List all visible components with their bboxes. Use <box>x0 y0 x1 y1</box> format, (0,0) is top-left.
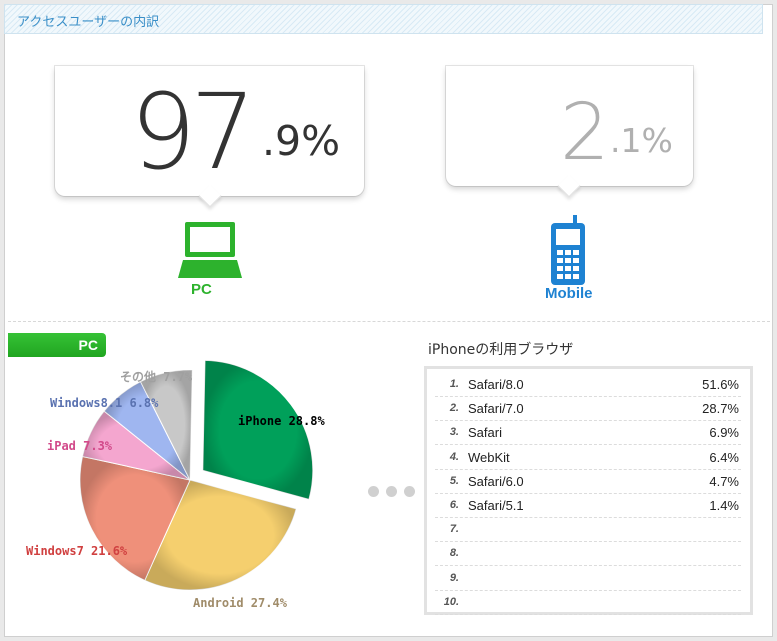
browser-name: Safari <box>468 425 502 441</box>
browser-rank: 6. <box>449 499 459 511</box>
section-header: アクセスユーザーの内訳 <box>4 4 763 34</box>
browser-percent: 1.4% <box>709 498 739 513</box>
pie-slice-shade <box>202 360 313 500</box>
dot-2 <box>386 486 397 497</box>
mobile-phone-icon <box>551 215 585 285</box>
browser-rank: 1. <box>449 378 459 390</box>
mobile-label: Mobile <box>545 285 593 302</box>
browser-percent: 4.7% <box>709 473 739 489</box>
browser-rank: 7. <box>449 523 459 536</box>
pie-slice-label: iPad 7.3% <box>47 439 113 453</box>
browser-name: Safari/6.0 <box>468 473 524 489</box>
pc-share-integer: 97 <box>130 71 256 193</box>
section-divider <box>8 321 770 322</box>
browser-row: 6. Safari/5.1 1.4% <box>435 494 741 518</box>
browser-row: 3. Safari 6.9% <box>435 421 741 446</box>
browser-row: 2. Safari/7.0 28.7% <box>435 397 741 422</box>
pc-tab-label: PC <box>78 337 98 353</box>
pc-label: PC <box>191 281 212 298</box>
pie-slice-label: Windows8.1 6.8% <box>50 396 159 410</box>
browser-list-title: iPhoneの利用ブラウザ <box>428 342 574 358</box>
pie-slice-label: Android 27.4% <box>193 596 288 610</box>
device-pie-chart: iPhone 28.8% Android 27.4% Windows7 21.6% i… <box>26 359 325 610</box>
browser-row: 9. <box>435 567 741 591</box>
browser-rank: 5. <box>449 474 459 487</box>
pie-slice-label: iPhone 28.8% <box>238 414 325 428</box>
browser-percent: 6.9% <box>709 425 739 441</box>
mobile-share-integer: 2 <box>560 88 610 178</box>
browser-ranking-table: 1. Safari/8.0 51.6% 2. Safari/7.0 28.7% 3. Safa… <box>424 366 753 615</box>
browser-percent: 51.6% <box>702 377 739 392</box>
computer-icon <box>178 222 242 278</box>
pc-breakdown-tab: PC <box>8 333 106 357</box>
browser-rank: 3. <box>449 426 459 439</box>
browser-row: 10. <box>435 591 741 615</box>
browser-row: 5. Safari/6.0 4.7% <box>435 470 741 494</box>
browser-rank: 8. <box>449 547 459 560</box>
browser-percent: 28.7% <box>702 401 739 417</box>
browser-name: Safari/8.0 <box>468 377 524 392</box>
browser-rank: 9. <box>449 571 459 584</box>
browser-percent: 6.4% <box>709 449 739 465</box>
browser-name: WebKit <box>468 449 510 465</box>
browser-rank: 2. <box>449 402 459 415</box>
pie-slice-label: Windows7 21.6% <box>26 544 128 558</box>
browser-name: Safari/7.0 <box>468 401 524 417</box>
browser-row: 7. <box>435 518 741 543</box>
mobile-share-decimal: .1% <box>610 121 673 160</box>
dot-3 <box>404 486 415 497</box>
browser-row: 1. Safari/8.0 51.6% <box>435 373 741 397</box>
pc-share-decimal: .9% <box>262 117 341 165</box>
browser-row: 8. <box>435 542 741 567</box>
browser-name: Safari/5.1 <box>468 498 524 513</box>
browser-rank: 4. <box>449 450 459 463</box>
browser-rank: 10. <box>443 595 459 608</box>
dot-1 <box>368 486 379 497</box>
pie-slice-label: その他 7.7% <box>120 369 193 384</box>
section-title: アクセスユーザーの内訳 <box>17 15 160 30</box>
browser-row: 4. WebKit 6.4% <box>435 446 741 470</box>
